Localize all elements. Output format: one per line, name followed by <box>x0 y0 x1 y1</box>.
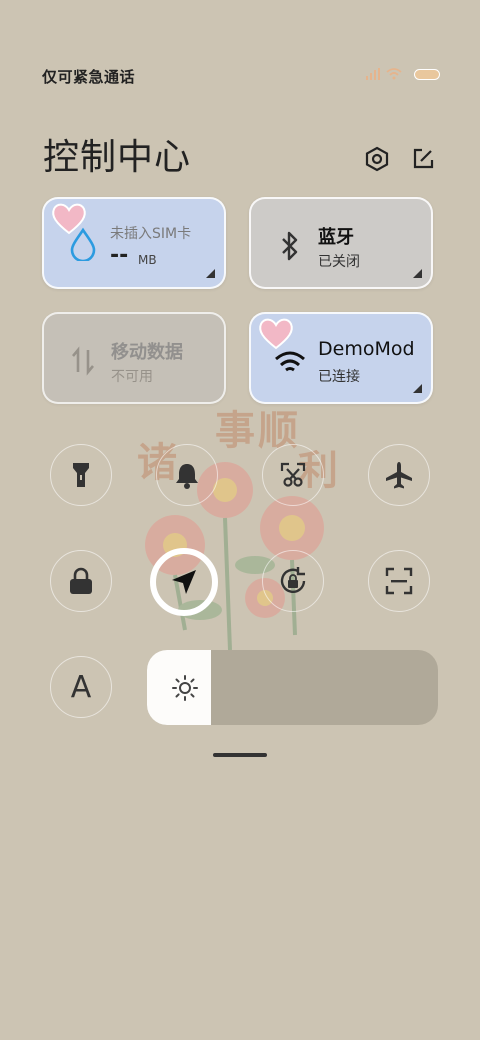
battery-icon <box>414 68 440 80</box>
lock-screen-toggle[interactable] <box>50 550 112 612</box>
scanner-toggle[interactable] <box>368 550 430 612</box>
hexagon-settings-icon <box>365 146 389 172</box>
wifi-icon <box>273 346 307 380</box>
bluetooth-status: 已关闭 <box>318 254 360 270</box>
bluetooth-label: 蓝牙 <box>318 227 354 248</box>
page-title: 控制中心 <box>43 137 192 178</box>
wifi-network-name: DemoMod <box>318 338 415 360</box>
lock-icon <box>70 567 92 594</box>
bell-icon <box>176 464 198 489</box>
edit-icon <box>413 148 434 169</box>
data-usage-tile[interactable]: 未插入SIM卡 -- MB <box>42 197 226 289</box>
bluetooth-icon <box>273 229 307 263</box>
mobile-data-tile[interactable]: 移动数据 不可用 <box>42 312 226 404</box>
settings-button[interactable] <box>362 144 392 174</box>
expand-corner-icon <box>206 269 215 278</box>
sun-icon <box>172 675 198 701</box>
heart-sticker-icon <box>259 318 293 350</box>
sim-status-label: 未插入SIM卡 <box>110 226 192 242</box>
airplane-icon <box>386 462 412 489</box>
silent-toggle[interactable] <box>156 444 218 506</box>
mobile-data-label: 移动数据 <box>111 342 183 363</box>
scan-icon <box>385 567 413 595</box>
watermark-char: 事 <box>215 407 255 454</box>
water-drop-icon <box>66 227 100 261</box>
flashlight-toggle[interactable] <box>50 444 112 506</box>
expand-corner-icon <box>413 384 422 393</box>
data-usage-unit: MB <box>138 253 157 267</box>
brightness-slider[interactable] <box>147 650 438 725</box>
font-a-icon: A <box>70 669 92 705</box>
carrier-status: 仅可紧急通话 <box>42 68 136 86</box>
rotation-lock-toggle[interactable] <box>262 550 324 612</box>
bluetooth-tile[interactable]: 蓝牙 已关闭 <box>249 197 433 289</box>
pull-handle[interactable] <box>213 753 267 757</box>
wifi-status: 已连接 <box>318 369 360 385</box>
wifi-tile[interactable]: DemoMod 已连接 <box>249 312 433 404</box>
data-usage-value: -- <box>110 243 129 268</box>
reading-mode-toggle[interactable]: A <box>50 656 112 718</box>
location-arrow-icon <box>172 570 196 594</box>
scissors-icon <box>280 462 306 487</box>
mobile-data-status: 不可用 <box>111 369 153 385</box>
airplane-mode-toggle[interactable] <box>368 444 430 506</box>
location-toggle[interactable] <box>150 548 218 616</box>
flashlight-icon <box>73 463 89 487</box>
status-icons <box>366 68 440 80</box>
rotation-lock-icon <box>280 567 306 593</box>
signal-icon <box>366 68 380 80</box>
wifi-status-icon <box>386 68 402 80</box>
screenshot-toggle[interactable] <box>262 444 324 506</box>
data-arrows-icon <box>66 344 100 378</box>
expand-corner-icon <box>413 269 422 278</box>
edit-button[interactable] <box>408 144 438 174</box>
